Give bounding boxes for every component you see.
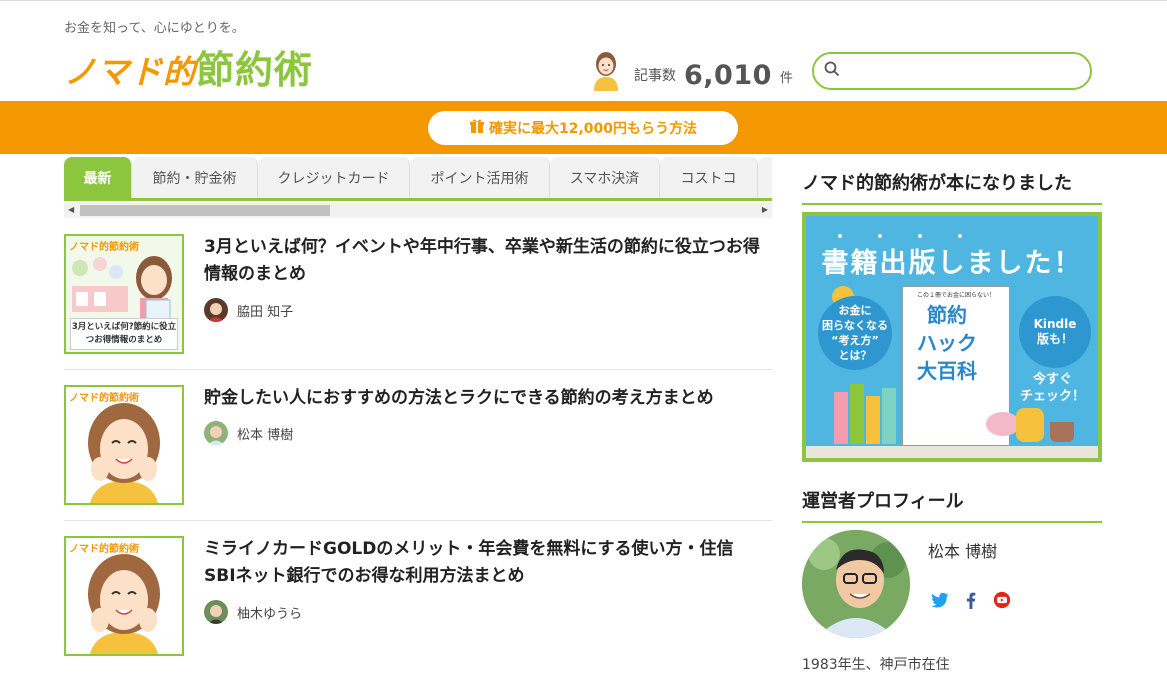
book-cover-title-3: 大百科 <box>917 359 977 383</box>
coffee-cup-icon <box>1050 422 1074 442</box>
kindle-circle: Kindle 版も！ <box>1019 296 1091 368</box>
circle-text: 困らなくなる <box>822 319 888 332</box>
profile-name: 松本 博樹 <box>928 542 998 561</box>
book-banner-image[interactable]: 書籍出版しました！ お金に 困らなくなる “考え方” とは？ この１冊でお金に困… <box>806 216 1098 458</box>
tabs-scrollbar[interactable]: ◀ ▶ <box>64 203 772 218</box>
decor-dot <box>958 234 962 238</box>
site-header: お金を知って、心にゆとりを。 ノマド的節約術 記事数 6,010 件 <box>0 0 1167 101</box>
article-thumbnail[interactable]: ノマド的節約術 <box>64 536 184 656</box>
article-count-value: 6,010 <box>684 60 772 91</box>
gift-icon <box>469 118 485 138</box>
site-tagline: お金を知って、心にゆとりを。 <box>64 21 245 36</box>
author-name: 松本 博樹 <box>237 427 294 443</box>
article-thumbnail[interactable]: ノマド的節約術 3月といえば何?節約に役立つお得情報のまとめ <box>64 234 184 354</box>
tab-overflow[interactable] <box>758 157 772 198</box>
profile-avatar[interactable] <box>802 530 910 638</box>
book-stack-icon <box>866 396 880 444</box>
article-author[interactable]: 松本 博樹 <box>204 421 293 445</box>
thumbnail-caption: 3月といえば何?節約に役立つお得情報のまとめ <box>70 318 178 350</box>
thumbnail-logo: ノマド的節約術 <box>69 393 139 404</box>
article-item[interactable]: ノマド的節約術 貯金したい人におすすめの方法とラクにできる節約の考え方まとめ 松… <box>64 385 772 510</box>
decor-dot <box>838 234 842 238</box>
circle-text: 版も！ <box>1036 332 1073 346</box>
scroll-right-icon[interactable]: ▶ <box>762 205 768 214</box>
author-avatar <box>204 421 228 445</box>
tab-credit-card[interactable]: クレジットカード <box>258 157 410 198</box>
decor-dot <box>878 234 882 238</box>
scrollbar-thumb[interactable] <box>80 205 330 216</box>
coin-jar-icon <box>1016 408 1044 442</box>
book-feature-circle: お金に 困らなくなる “考え方” とは？ <box>818 296 892 370</box>
tab-mobile-payment[interactable]: スマホ決済 <box>550 157 660 198</box>
book-stack-icon <box>850 384 864 444</box>
article-count-label: 記事数 <box>634 68 676 84</box>
article-title[interactable]: 貯金したい人におすすめの方法とラクにできる節約の考え方まとめ <box>204 385 764 412</box>
tab-points[interactable]: ポイント活用術 <box>410 157 550 198</box>
book-cover-title-2: ハック <box>917 331 977 355</box>
thumbnail-logo: ノマド的節約術 <box>69 544 139 555</box>
book-stack-icon <box>882 388 896 444</box>
article-author[interactable]: 脇田 知子 <box>204 298 293 322</box>
article-item[interactable]: ノマド的節約術 ミライノカードGOLDのメリット・年会費を無料にする使い方・住信… <box>64 536 772 661</box>
promo-button[interactable]: 確実に最大12,000円もらう方法 <box>428 111 738 145</box>
circle-text: “考え方” <box>831 334 879 347</box>
author-avatar <box>204 298 228 322</box>
scroll-left-icon[interactable]: ◀ <box>68 205 74 214</box>
profile-bio: 1983年生、神戸市在住 <box>802 657 950 673</box>
banner-floor <box>806 446 1098 458</box>
logo-part-2: 節約術 <box>196 48 314 92</box>
article-count: 記事数 6,010 件 <box>588 49 793 91</box>
article-title[interactable]: 3月といえば何？イベントや年中行事、卒業や新生活の節約に役立つお得情報のまとめ <box>204 234 764 288</box>
logo-part-1: ノマド的 <box>64 53 197 91</box>
promo-banner: 確実に最大12,000円もらう方法 <box>0 101 1167 154</box>
site-logo[interactable]: ノマド的節約術 <box>64 39 313 94</box>
book-stack-icon <box>834 392 848 444</box>
article-divider <box>64 520 772 521</box>
article-count-unit: 件 <box>779 71 793 86</box>
circle-text: Kindle <box>1033 317 1077 331</box>
book-cover-title-1: 節約 <box>927 303 967 327</box>
category-tabs: 最新 節約・貯金術 クレジットカード ポイント活用術 スマホ決済 コストコ <box>64 157 772 201</box>
check-now-label: 今すぐ チェック！ <box>1020 371 1085 405</box>
article-item[interactable]: ノマド的節約術 3月といえば何?節約に役立つお得情報のまとめ 3月といえば何？イ… <box>64 234 772 359</box>
search-icon[interactable] <box>824 61 840 81</box>
promo-button-label: 確実に最大12,000円もらう方法 <box>488 121 698 137</box>
book-section-heading: ノマド的節約術が本になりました <box>802 169 1102 205</box>
circle-text: お金に <box>838 304 872 317</box>
search-input[interactable] <box>848 63 1068 79</box>
tab-costco[interactable]: コストコ <box>660 157 758 198</box>
search-box[interactable] <box>812 52 1092 90</box>
twitter-icon[interactable] <box>930 590 950 610</box>
article-title[interactable]: ミライノカードGOLDのメリット・年会費を無料にする使い方・住信SBIネット銀行… <box>204 536 764 590</box>
facebook-icon[interactable] <box>961 590 981 610</box>
author-avatar <box>204 600 228 624</box>
check-text: チェック！ <box>1020 389 1086 404</box>
author-name: 柚木ゆうら <box>237 606 303 622</box>
decor-dot <box>918 234 922 238</box>
tab-saving[interactable]: 節約・貯金術 <box>132 157 258 198</box>
mascot-icon <box>588 49 624 91</box>
woman-smiling-icon <box>88 554 160 654</box>
book-cover-tagline: この１冊でお金に困らない！ <box>916 292 995 299</box>
article-thumbnail[interactable]: ノマド的節約術 <box>64 385 184 505</box>
youtube-icon[interactable] <box>992 590 1012 610</box>
profile-section-heading: 運営者プロフィール <box>802 487 1102 523</box>
check-text: 今すぐ <box>1033 372 1073 387</box>
book-banner[interactable]: 書籍出版しました！ お金に 困らなくなる “考え方” とは？ この１冊でお金に困… <box>802 212 1102 462</box>
circle-text: とは？ <box>838 349 872 362</box>
book-banner-headline: 書籍出版しました！ <box>821 248 1083 279</box>
author-name: 脇田 知子 <box>237 304 294 320</box>
article-author[interactable]: 柚木ゆうら <box>204 600 302 624</box>
tab-latest[interactable]: 最新 <box>64 157 132 198</box>
piggy-bank-icon <box>986 412 1020 436</box>
article-divider <box>64 369 772 370</box>
woman-smiling-icon <box>88 403 160 503</box>
